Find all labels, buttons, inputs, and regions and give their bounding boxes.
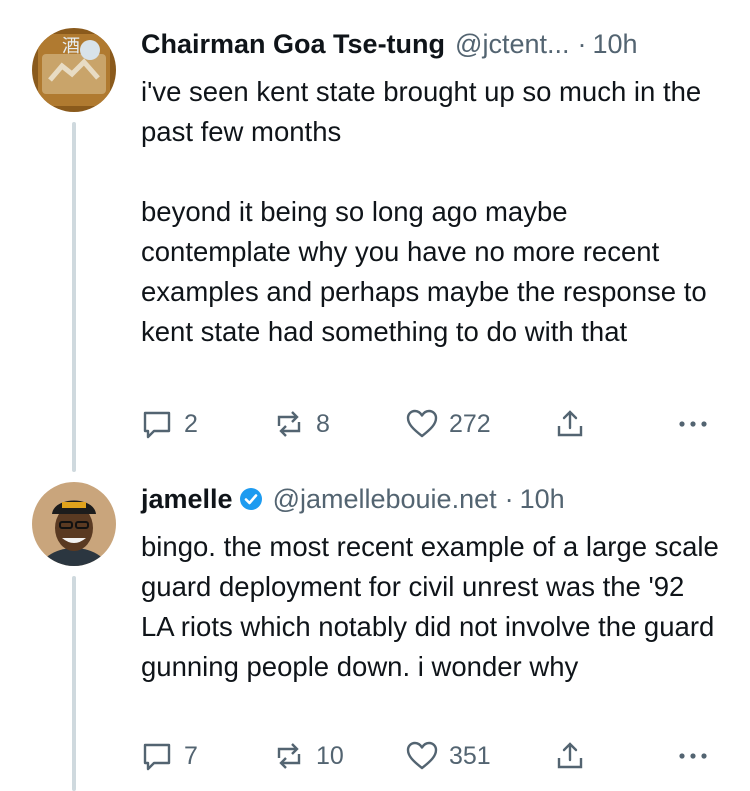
reply-count: 7	[184, 741, 198, 770]
post-header: jamelle @jamellebouie.net · 10h	[141, 484, 720, 518]
heart-icon	[406, 741, 438, 770]
reply-count: 2	[184, 409, 198, 438]
thread-line	[72, 122, 76, 472]
share-button[interactable]	[553, 739, 587, 773]
repost-count: 10	[316, 741, 344, 770]
repost-count: 8	[316, 409, 330, 438]
action-bar: 7 10 351	[140, 736, 720, 776]
user-handle[interactable]: @jamellebouie.net	[273, 484, 497, 515]
display-name[interactable]: jamelle	[141, 484, 233, 515]
svg-text:酒: 酒	[62, 36, 80, 57]
heart-icon	[406, 409, 438, 438]
post-text: bingo. the most recent example of a larg…	[141, 531, 719, 682]
repost-button[interactable]: 10	[272, 739, 344, 773]
user-handle[interactable]: @jctent...	[455, 29, 569, 60]
share-icon	[557, 742, 583, 769]
more-dots-icon	[679, 421, 707, 427]
like-count: 272	[449, 409, 491, 438]
like-button[interactable]: 272	[405, 407, 491, 441]
post-1: 酒 Chairman Goa Tse-tung @jctent... · 10h…	[0, 0, 750, 472]
display-name[interactable]: Chairman Goa Tse-tung	[141, 29, 445, 60]
thread-line	[72, 576, 76, 791]
reply-button[interactable]: 2	[140, 407, 198, 441]
like-count: 351	[449, 741, 491, 770]
separator-dot: ·	[504, 484, 514, 514]
timestamp[interactable]: 10h	[520, 484, 565, 515]
more-options-button[interactable]	[676, 407, 710, 441]
repost-icon	[277, 743, 301, 769]
more-options-button[interactable]	[676, 739, 710, 773]
person-in-cap-avatar-icon	[32, 482, 116, 566]
avatar[interactable]	[32, 482, 116, 566]
reply-button[interactable]: 7	[140, 739, 198, 773]
like-button[interactable]: 351	[405, 739, 491, 773]
share-icon	[557, 410, 583, 437]
avatar[interactable]: 酒	[32, 28, 116, 112]
timestamp[interactable]: 10h	[592, 29, 637, 60]
post-2: jamelle @jamellebouie.net · 10h bingo. t…	[0, 470, 750, 791]
separator-dot: ·	[577, 29, 587, 59]
reply-icon	[143, 743, 171, 771]
more-dots-icon	[679, 753, 707, 759]
post-header: Chairman Goa Tse-tung @jctent... · 10h	[141, 29, 720, 63]
repost-button[interactable]: 8	[272, 407, 330, 441]
restaurant-sign-avatar-icon: 酒	[32, 28, 116, 112]
repost-icon	[277, 411, 301, 437]
reply-icon	[143, 411, 171, 439]
share-button[interactable]	[553, 407, 587, 441]
verified-badge-icon	[239, 487, 263, 511]
action-bar: 2 8 272	[140, 404, 720, 444]
post-text: i've seen kent state brought up so much …	[141, 76, 707, 347]
